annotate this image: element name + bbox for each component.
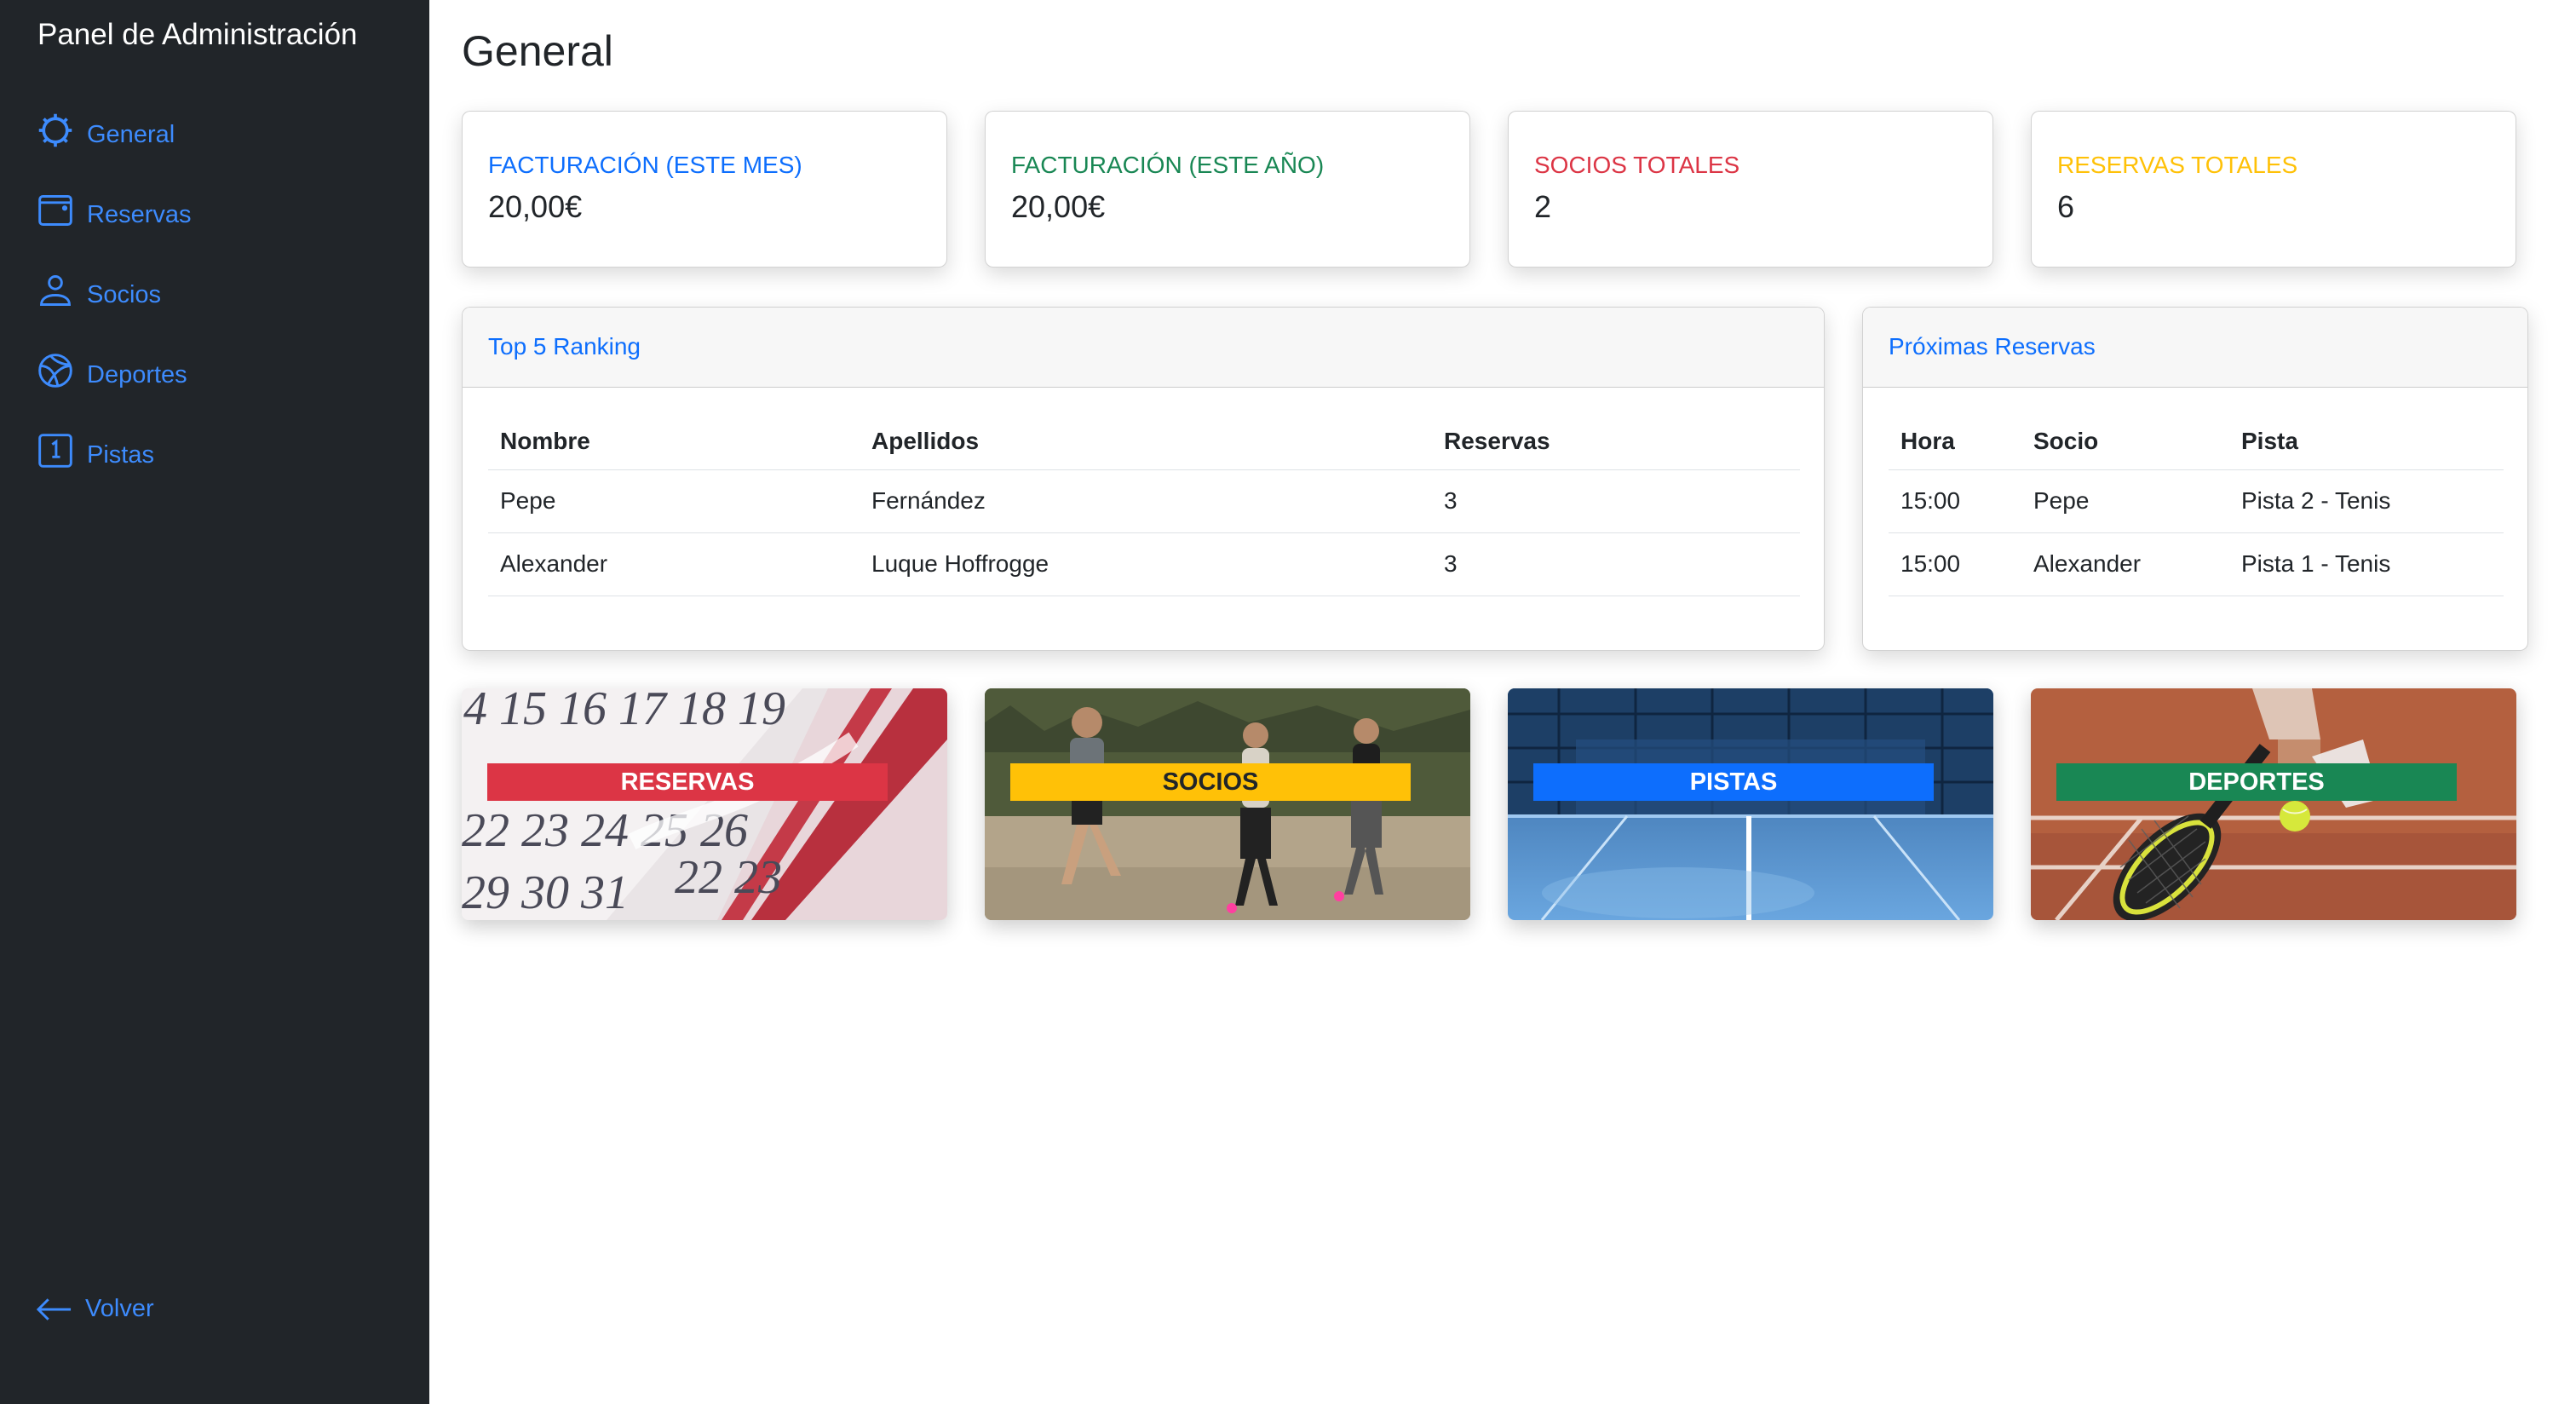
table-cell: 15:00 [1889, 532, 2021, 596]
stat-value: 6 [2057, 189, 2075, 224]
table-cell: Luque Hoffrogge [860, 532, 1432, 596]
column-header: Hora [1889, 413, 2021, 470]
calendar-icon [36, 191, 75, 230]
shortcut-tiles: 4 15 16 17 18 19 22 23 24 25 26 29 30 31… [462, 688, 2576, 920]
sidebar-item-deportes[interactable]: Deportes [0, 331, 429, 411]
sidebar-item-label: Socios [87, 280, 162, 308]
stat-card-total-bookings: Reservas totales 6 [2031, 111, 2516, 268]
table-header-row: Hora Socio Pista [1889, 413, 2504, 470]
back-label: Volver [85, 1295, 154, 1322]
stat-card-total-members: Socios totales 2 [1508, 111, 1993, 268]
table-cell: 15:00 [1889, 469, 2021, 533]
table-row: 15:00 Alexander Pista 1 - Tenis [1889, 532, 2504, 596]
stats-row: Facturación (este mes) 20,00€ Facturació… [462, 111, 2576, 268]
svg-text:22 23: 22 23 [675, 851, 782, 904]
sidebar-item-reservas[interactable]: Reservas [0, 170, 429, 250]
page-title: General [462, 27, 613, 75]
court-number-icon [36, 431, 75, 470]
person-icon [36, 271, 75, 310]
sidebar-item-label: Pistas [87, 440, 154, 469]
panel-title: Top 5 Ranking [463, 308, 1824, 388]
table-cell: 3 [1432, 469, 1800, 533]
table-row: Pepe Fernández 3 [488, 469, 1800, 533]
table-cell: Pista 1 - Tenis [2229, 532, 2504, 596]
column-header: Nombre [488, 413, 860, 470]
svg-text:29 30 31: 29 30 31 [462, 866, 629, 919]
panel-body: Nombre Apellidos Reservas Pepe Fernández… [463, 388, 1824, 596]
stat-value: 2 [1534, 189, 1552, 224]
stat-label: Reservas totales [2057, 152, 2298, 178]
runners-photo [985, 688, 1470, 920]
table-cell: 3 [1432, 532, 1800, 596]
panel-title: Próximas Reservas [1863, 308, 2527, 388]
sidebar-item-label: Reservas [87, 200, 192, 228]
table-header-row: Nombre Apellidos Reservas [488, 413, 1800, 470]
upcoming-bookings-panel: Próximas Reservas Hora Socio Pista 15:00… [1862, 307, 2528, 651]
upcoming-table: Hora Socio Pista 15:00 Pepe Pista 2 - Te… [1889, 413, 2504, 596]
stat-label: Facturación (este mes) [488, 152, 802, 178]
calendar-photo: 4 15 16 17 18 19 22 23 24 25 26 29 30 31… [462, 688, 947, 920]
panels-row: Top 5 Ranking Nombre Apellidos Reservas [462, 307, 2576, 651]
sidebar-item-socios[interactable]: Socios [0, 250, 429, 331]
table-cell: Pepe [2021, 469, 2229, 533]
tile-label: RESERVAS [487, 763, 888, 801]
stat-label: Facturación (este año) [1011, 152, 1325, 178]
column-header: Socio [2021, 413, 2229, 470]
sidebar: Panel de Administración General Reservas… [0, 0, 429, 1404]
main-content: General Facturación (este mes) 20,00€ Fa… [429, 0, 2576, 1404]
stat-card-yearly-revenue: Facturación (este año) 20,00€ [985, 111, 1470, 268]
table-row: Alexander Luque Hoffrogge 3 [488, 532, 1800, 596]
ball-icon [36, 351, 75, 390]
column-header: Apellidos [860, 413, 1432, 470]
column-header: Pista [2229, 413, 2504, 470]
app: Panel de Administración General Reservas… [0, 0, 2576, 1404]
table-cell: Fernández [860, 469, 1432, 533]
sidebar-item-pistas[interactable]: Pistas [0, 411, 429, 491]
stat-value: 20,00€ [1011, 189, 1106, 224]
table-cell: Pepe [488, 469, 860, 533]
stat-label: Socios totales [1534, 152, 1740, 178]
table-cell: Alexander [488, 532, 860, 596]
sidebar-item-label: Deportes [87, 360, 187, 388]
arrow-left-icon [36, 1298, 72, 1321]
tile-socios[interactable]: SOCIOS [985, 688, 1470, 920]
stat-value: 20,00€ [488, 189, 583, 224]
tile-label: SOCIOS [1010, 763, 1411, 801]
tile-label: PISTAS [1533, 763, 1934, 801]
brand-title: Panel de Administración [37, 18, 358, 51]
tile-pistas[interactable]: PISTAS [1508, 688, 1993, 920]
svg-text:4 15 16 17 18 19: 4 15 16 17 18 19 [463, 688, 785, 735]
tile-reservas[interactable]: 4 15 16 17 18 19 22 23 24 25 26 29 30 31… [462, 688, 947, 920]
tile-deportes[interactable]: DEPORTES [2031, 688, 2516, 920]
table-cell: Pista 2 - Tenis [2229, 469, 2504, 533]
stat-card-monthly-revenue: Facturación (este mes) 20,00€ [462, 111, 947, 268]
panel-body: Hora Socio Pista 15:00 Pepe Pista 2 - Te… [1863, 388, 2527, 596]
gear-icon [36, 111, 75, 150]
ranking-table: Nombre Apellidos Reservas Pepe Fernández… [488, 413, 1800, 596]
ranking-panel: Top 5 Ranking Nombre Apellidos Reservas [462, 307, 1825, 651]
column-header: Reservas [1432, 413, 1800, 470]
table-row: 15:00 Pepe Pista 2 - Tenis [1889, 469, 2504, 533]
back-link[interactable]: Volver [36, 1295, 154, 1323]
table-cell: Alexander [2021, 532, 2229, 596]
sidebar-nav: General Reservas Socios Deportes Pistas [0, 90, 429, 491]
padel-court-photo [1508, 688, 1993, 920]
tile-label: DEPORTES [2056, 763, 2457, 801]
sidebar-item-label: General [87, 120, 175, 148]
sidebar-item-general[interactable]: General [0, 90, 429, 170]
tennis-photo [2031, 688, 2516, 920]
